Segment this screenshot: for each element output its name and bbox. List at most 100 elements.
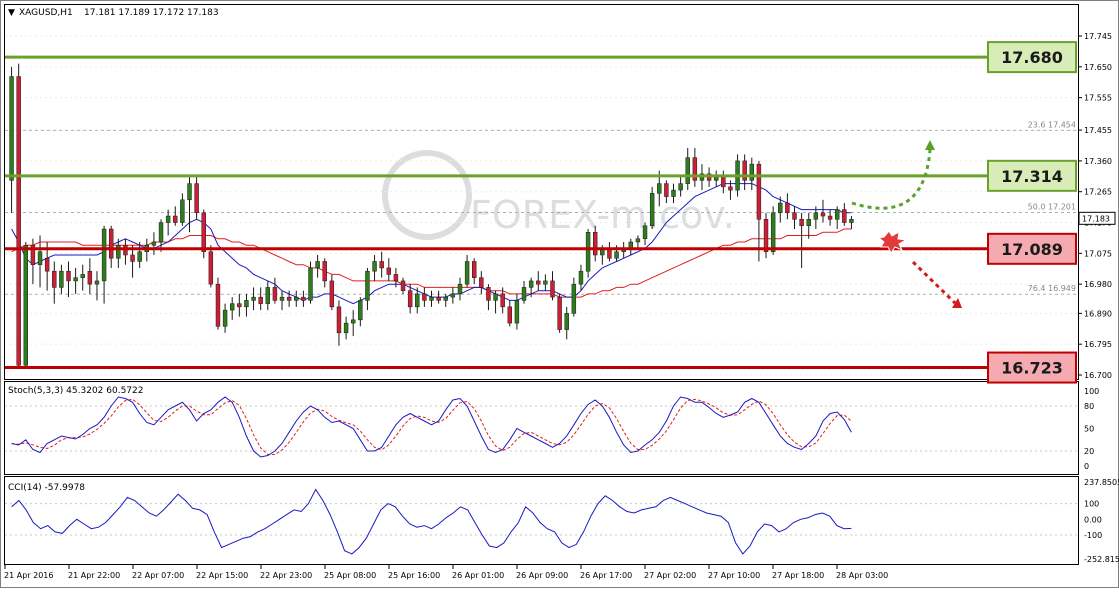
stoch-tick-label: 100 [1084,387,1099,396]
candle-body [799,219,804,227]
candle-body [336,306,342,334]
candle-body [407,290,413,308]
time-tick-label: 28 Apr 03:00 [836,571,888,580]
cci-panel[interactable] [4,476,1079,565]
candle-body [130,254,135,262]
candle-body [108,228,114,259]
collapse-arrow-icon[interactable]: ▼ [8,8,15,18]
candle-body [208,251,214,285]
level-label: 17.314 [1001,167,1063,186]
candle-body [116,244,121,259]
candle-body [87,270,93,285]
candle-body [365,270,370,301]
candle-body [813,212,819,220]
candle-body [500,293,505,308]
cci-tick-label: 237.8505 [1084,478,1119,487]
candle-body [728,186,733,191]
candle-body [564,313,569,330]
time-tick-label: 22 Apr 23:00 [260,571,312,580]
candle-body [251,296,256,301]
candle-body [415,293,420,308]
stoch-title: Stoch(5,3,3) 45.3202 60.5722 [8,386,143,396]
candle-body [450,293,456,298]
price-tick-label: 16.795 [1084,340,1112,349]
trading-chart[interactable]: FOREX-m.cov. ▼ XAGUSD,H1 17.181 17.189 1… [0,0,1119,588]
candle-body [543,280,548,285]
time-tick-label: 21 Apr 22:00 [68,571,120,580]
candle-body [536,280,541,285]
candle-body [23,244,29,366]
stoch-panel[interactable] [4,381,1079,475]
level-label: 17.089 [1001,240,1063,259]
candle-body [849,219,854,223]
candle-body [678,183,683,191]
candle-body [642,225,648,240]
candle-body [400,280,406,291]
cci-title: CCI(14) -57.9978 [8,483,85,493]
candle-body [194,183,199,214]
time-tick-label: 26 Apr 17:00 [580,571,632,580]
candle-body [329,280,335,308]
candle-body [187,183,192,201]
candle-body [279,296,285,301]
candle-body [834,209,840,220]
candle-body [557,296,562,330]
candle-body [158,222,164,243]
candle-body [59,270,64,288]
candle-body [578,270,584,285]
level-label: 17.680 [1001,48,1063,67]
candle-body [464,261,470,285]
candle-body [137,251,142,262]
candle-body [763,219,769,252]
price-tick-label: 17.745 [1084,32,1112,41]
candle-body [664,183,669,197]
symbol-label: XAGUSD,H1 [19,8,73,18]
candle-body [237,303,242,308]
time-tick-label: 25 Apr 16:00 [388,571,440,580]
candle-body [265,287,271,304]
candle-body [322,261,327,282]
candle-body [151,241,157,246]
cci-tick-label: 0.00 [1084,515,1102,524]
candle-body [73,277,78,282]
candle-body [358,300,363,321]
candle-body [101,228,107,282]
time-tick-label: 27 Apr 18:00 [772,571,824,580]
candle-body [294,296,299,301]
current-price-label: 17.183 [1082,214,1110,223]
candle-body [422,293,427,301]
cci-tick-label: -252.8155 [1084,555,1119,564]
candle-body [528,280,534,288]
cci-tick-label: 100 [1084,500,1099,509]
price-tick-label: 17.265 [1084,188,1112,197]
time-tick-label: 22 Apr 07:00 [132,571,184,580]
candle-body [201,212,206,252]
candle-body [457,283,463,295]
candle-body [685,157,690,184]
stoch-tick-label: 20 [1084,447,1094,456]
price-tick-label: 16.980 [1084,280,1112,289]
candle-body [180,199,185,223]
candle-body [286,296,292,301]
candle-body [842,209,847,223]
chart-svg[interactable]: FOREX-m.cov. ▼ XAGUSD,H1 17.181 17.189 1… [0,0,1119,588]
candle-body [749,163,755,181]
candle-body [479,277,484,288]
time-tick-label: 22 Apr 15:00 [196,571,248,580]
fib-label: 76.4 16.949 [1028,284,1076,293]
candle-body [514,300,520,324]
candle-body [443,296,448,301]
candle-body [37,251,43,265]
candle-body [507,306,513,324]
candle-body [315,261,320,269]
candle-body [308,267,313,301]
watermark-text: FOREX-m.cov. [470,193,735,237]
candle-body [215,283,221,327]
candle-body [379,261,384,269]
candle-body [343,322,349,334]
candle-body [471,261,477,278]
candle-body [742,160,747,181]
candle-body [350,319,356,324]
candle-body [44,257,50,272]
candle-body [493,293,498,301]
